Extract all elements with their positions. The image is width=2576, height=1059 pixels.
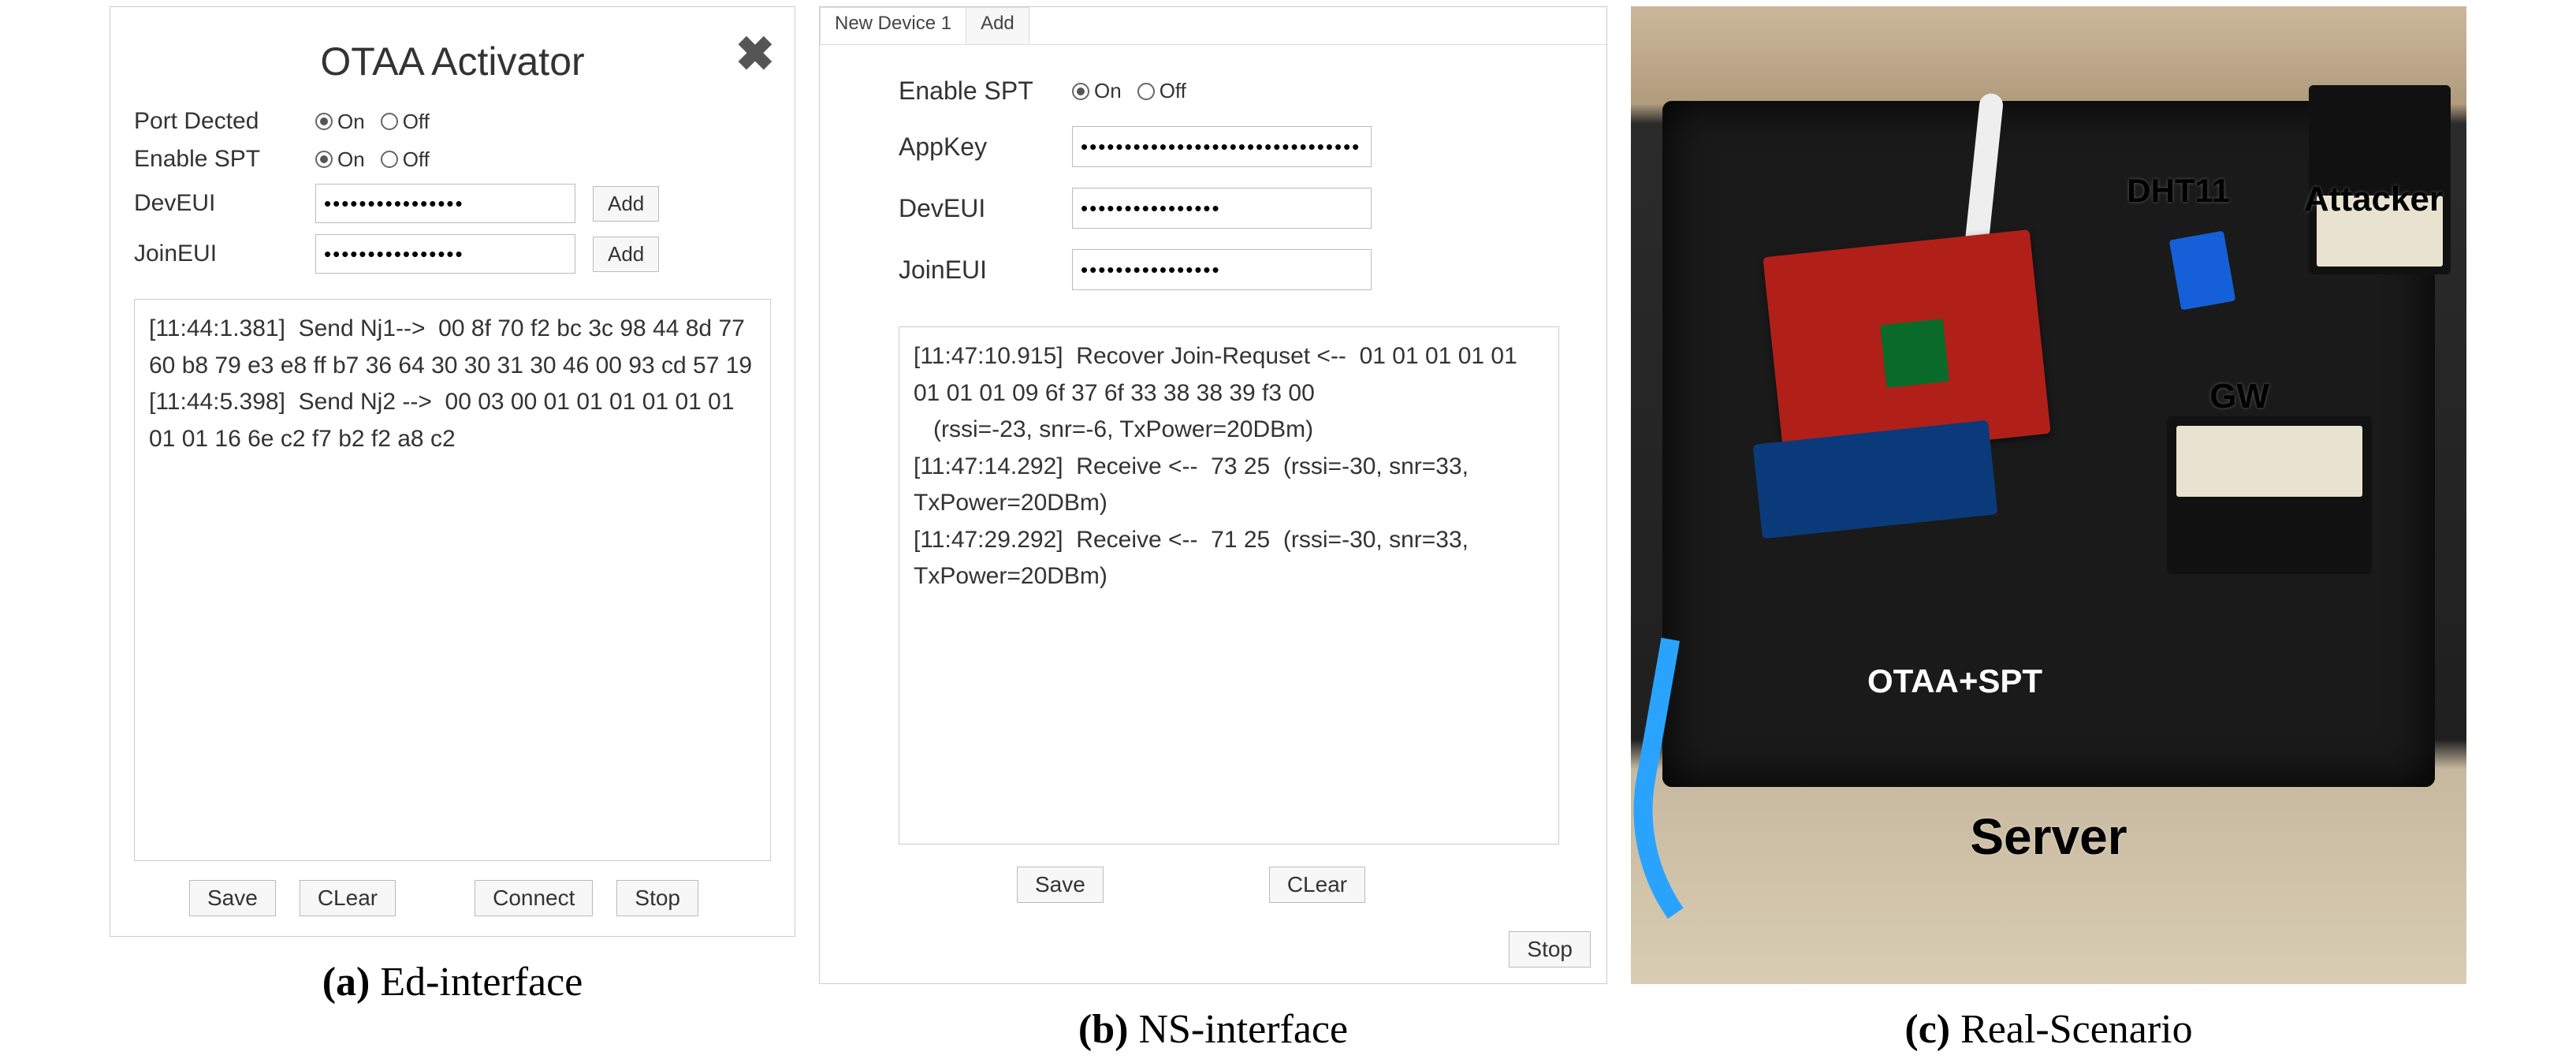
gateway-box [2167,416,2372,574]
caption-b-tag: (b) [1078,1007,1129,1052]
radio-group-spt: On Off [1072,79,1197,103]
radio-group-port: On Off [315,110,441,134]
radio-on-label: On [337,147,365,172]
row-appkey: AppKey [899,126,1559,167]
radio-on-icon[interactable] [1072,83,1089,100]
caption-c: (c) Real-Scenario [1904,1006,2192,1053]
save-button[interactable]: Save [1017,867,1104,903]
radio-group-spt: On Off [315,147,441,172]
button-row-1: Save CLear [899,867,1559,903]
tab-strip: New Device 1 Add [820,7,1606,45]
log-output: [11:47:10.915] Recover Join-Requset <-- … [899,326,1559,845]
usb-cable-icon [1631,638,1863,984]
label-server: Server [1970,807,2127,866]
ed-interface-panel: OTAA Activator ✖ Port Dected On Off Enab… [110,6,795,937]
radio-on-label: On [1094,79,1122,103]
button-row: Save CLear Connect Stop [134,880,771,916]
row-joineui: JoinEUI Add [134,234,771,274]
figure-row: OTAA Activator ✖ Port Dected On Off Enab… [6,6,2570,1053]
tape-label-icon [2176,426,2362,497]
radio-off-label: Off [403,147,430,172]
button-row-2: Stop [820,919,1606,983]
label-attacker: Attacker [2304,180,2443,219]
label-port-detected: Port Dected [134,108,315,135]
caption-a: (a) Ed-interface [322,959,583,1005]
add-deveui-button[interactable]: Add [593,186,659,222]
radio-off-icon[interactable] [1137,83,1155,100]
page-title: OTAA Activator [320,39,584,84]
caption-c-text: Real-Scenario [1950,1007,2193,1052]
label-enable-spt: Enable SPT [899,76,1072,106]
tab-new-device[interactable]: New Device 1 [820,7,966,44]
radio-off-icon[interactable] [381,151,398,168]
tab-add[interactable]: Add [966,7,1029,44]
caption-b: (b) NS-interface [1078,1006,1348,1053]
log-output: [11:44:1.381] Send Nj1--> 00 8f 70 f2 bc… [134,299,771,861]
subfigure-b: New Device 1 Add Enable SPT On Off AppKe… [819,6,1607,1053]
deveui-input[interactable] [315,184,575,223]
deveui-input[interactable] [1072,188,1372,229]
add-joineui-button[interactable]: Add [593,237,659,272]
joineui-input[interactable] [315,234,575,274]
caption-a-tag: (a) [322,960,370,1005]
row-joineui: JoinEUI [899,249,1559,290]
appkey-input[interactable] [1072,126,1372,167]
close-icon[interactable]: ✖ [735,31,775,78]
radio-on-label: On [337,110,365,134]
label-dht11: DHT11 [2127,172,2230,210]
real-scenario-photo: DHT11 Attacker GW OTAA+SPT Server [1631,6,2466,984]
radio-on-icon[interactable] [315,113,333,130]
panel-b-body: Enable SPT On Off AppKey DevEUI [820,45,1606,919]
stop-button[interactable]: Stop [1509,931,1591,968]
caption-c-tag: (c) [1904,1007,1950,1052]
title-row: OTAA Activator ✖ [134,39,771,84]
row-enable-spt: Enable SPT On Off [134,146,771,173]
subfigure-c: DHT11 Attacker GW OTAA+SPT Server (c) Re… [1631,6,2466,1053]
label-otaa-spt: OTAA+SPT [1867,662,2042,700]
label-deveui: DevEUI [899,194,1072,223]
clear-button[interactable]: CLear [300,880,396,916]
ns-interface-panel: New Device 1 Add Enable SPT On Off AppKe… [819,6,1607,984]
radio-off-label: Off [403,110,430,134]
label-deveui: DevEUI [134,190,315,217]
caption-b-text: NS-interface [1128,1007,1348,1052]
clear-button[interactable]: CLear [1269,867,1365,903]
radio-on-icon[interactable] [315,151,333,168]
row-deveui: DevEUI Add [134,184,771,223]
label-enable-spt: Enable SPT [134,146,315,173]
save-button[interactable]: Save [189,880,276,916]
label-gw: GW [2209,377,2269,416]
label-joineui: JoinEUI [899,255,1072,285]
radio-off-icon[interactable] [381,113,398,130]
chip-icon [1880,319,1949,388]
connect-button[interactable]: Connect [475,880,593,916]
row-port-detected: Port Dected On Off [134,108,771,135]
subfigure-a: OTAA Activator ✖ Port Dected On Off Enab… [110,6,795,1005]
label-appkey: AppKey [899,132,1072,162]
label-joineui: JoinEUI [134,241,315,267]
row-deveui: DevEUI [899,188,1559,229]
stop-button[interactable]: Stop [616,880,698,916]
caption-a-text: Ed-interface [370,960,583,1005]
radio-off-label: Off [1160,79,1186,103]
joineui-input[interactable] [1072,249,1372,290]
row-enable-spt: Enable SPT On Off [899,76,1559,106]
